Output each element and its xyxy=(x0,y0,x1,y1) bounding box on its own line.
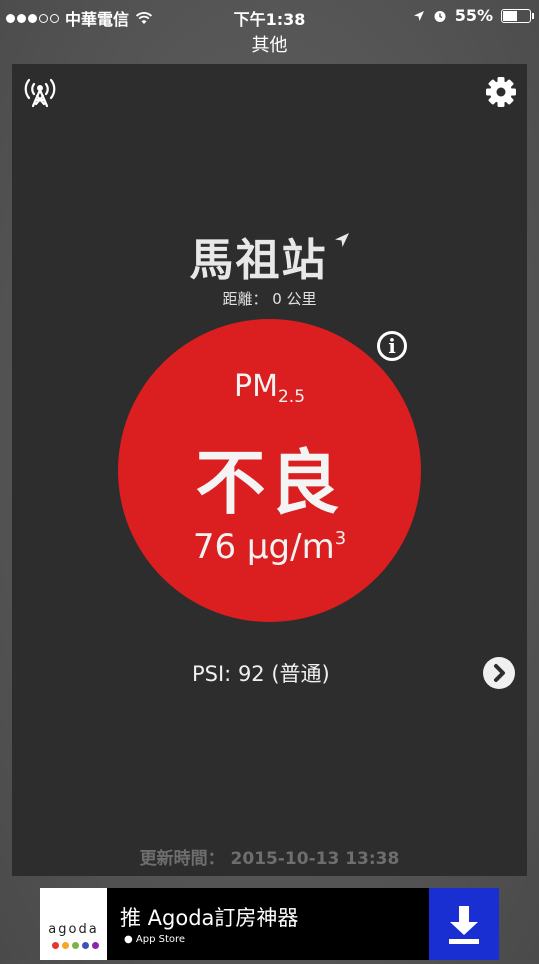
nav-title: 其他 xyxy=(251,35,288,56)
station-name: 馬祖站 xyxy=(189,235,328,286)
station-heading: 馬祖站 xyxy=(12,224,527,288)
download-button[interactable] xyxy=(429,888,499,960)
updated-time: 更新時間： 2015-10-13 13:38 xyxy=(139,849,400,869)
settings-button[interactable] xyxy=(483,74,519,110)
antenna-icon xyxy=(24,78,56,108)
location-services-icon xyxy=(413,10,424,21)
status-right: 55% xyxy=(413,6,534,25)
antenna-button[interactable] xyxy=(22,74,58,110)
location-arrow-icon xyxy=(334,233,349,247)
psi-reading: PSI: 92 (普通) xyxy=(192,662,330,686)
ad-title: 推 Agoda訂房神器 xyxy=(120,906,299,930)
pollutant-subscript: 2.5 xyxy=(277,387,306,407)
chevron-right-icon xyxy=(494,664,505,682)
pollutant-value-unit-exponent: 3 xyxy=(334,528,347,549)
pollutant-value-text: 76 μg/m xyxy=(192,527,335,567)
battery-fill xyxy=(503,10,518,21)
station-distance: 距離： 0 公里 xyxy=(222,290,317,308)
app-store-badge: ● App Store xyxy=(124,934,185,945)
pollutant-label: PM2.5 xyxy=(118,369,421,407)
agoda-logo-dots xyxy=(52,942,99,949)
pollutant-value: 76 μg/m3 xyxy=(118,527,421,567)
agoda-logo-text: agoda xyxy=(48,922,99,937)
battery-icon xyxy=(501,8,534,23)
app-store-label: App Store xyxy=(135,934,186,945)
gear-icon xyxy=(486,77,516,107)
ad-banner[interactable]: agoda 推 Agoda訂房神器 ● App Store xyxy=(40,888,499,960)
alarm-icon xyxy=(434,10,446,22)
pollutant-name: PM xyxy=(233,369,278,404)
main-panel: 馬祖站 距離： 0 公里 PM2.5 不良 76 μg/m3 i PSI: 92… xyxy=(12,64,527,876)
aqi-circle: PM2.5 不良 76 μg/m3 xyxy=(118,319,421,622)
info-button[interactable]: i xyxy=(377,331,407,361)
info-icon: i xyxy=(388,334,396,358)
next-button[interactable] xyxy=(483,657,515,689)
status-bar: 中華電信 下午1:38 55% xyxy=(0,0,539,30)
air-quality-level: 不良 xyxy=(195,442,344,524)
apple-icon: ● xyxy=(124,934,133,945)
download-icon xyxy=(449,906,479,944)
agoda-logo: agoda xyxy=(40,888,107,960)
battery-percent: 55% xyxy=(454,6,493,25)
